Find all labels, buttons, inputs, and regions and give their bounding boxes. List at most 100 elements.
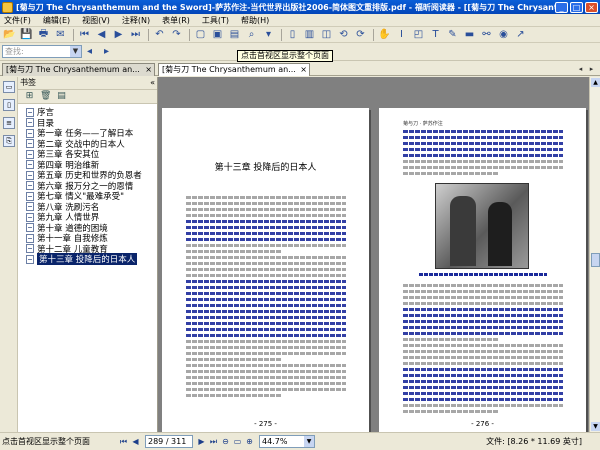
first-page-icon[interactable]: ⏮	[118, 436, 129, 447]
print-icon[interactable]: 🖶	[36, 28, 51, 42]
typewriter-icon[interactable]: T	[428, 28, 443, 42]
status-text: 点击首视区显示整个页面	[2, 437, 90, 446]
last-page-icon[interactable]: ⏭	[208, 436, 219, 447]
scroll-thumb[interactable]	[591, 253, 600, 267]
collapse-icon[interactable]: «	[150, 77, 155, 89]
bookmarks-panel: 书签 « ⊞ 🗑 ▤ 序言 目录 第一章 任务——了解日本 第二章 交战中的日本人 第三…	[18, 77, 158, 432]
maximize-button[interactable]: □	[570, 1, 583, 13]
zoom-dropdown-icon[interactable]: ▾	[261, 28, 276, 42]
back-icon[interactable]: ↶	[152, 28, 167, 42]
tab-document-1[interactable]: [菊与刀 The Chrysanthemum an... ×	[2, 63, 155, 76]
scroll-up-icon[interactable]: ▲	[591, 78, 600, 87]
close-button[interactable]: ×	[585, 1, 598, 13]
text-line	[186, 286, 346, 289]
chevron-down-icon[interactable]: ▼	[70, 46, 81, 57]
attachments-icon[interactable]: ⎘	[3, 135, 15, 147]
next-page-icon[interactable]: ▶	[196, 436, 207, 447]
text-line	[403, 296, 563, 299]
bookmark-page-icon	[26, 244, 34, 254]
chapter-title: 第十三章 投降后的日本人	[214, 163, 317, 173]
bookmark-page-icon	[26, 191, 34, 201]
email-icon[interactable]: ✉	[53, 28, 68, 42]
text-line	[186, 298, 346, 301]
close-icon[interactable]: ×	[145, 64, 152, 75]
facing-icon[interactable]: ◫	[319, 28, 334, 42]
text-line	[186, 226, 346, 229]
text-line	[186, 232, 346, 235]
zoom-in-icon[interactable]: ⊕	[244, 436, 255, 447]
next-page-icon[interactable]: ▶	[111, 28, 126, 42]
text-line	[186, 376, 346, 379]
text-line	[403, 386, 563, 389]
stamp-icon[interactable]: ◉	[496, 28, 511, 42]
menu-help[interactable]: 帮助(H)	[241, 15, 269, 26]
text-line	[186, 358, 282, 361]
bookmark-options-icon[interactable]: ▤	[56, 91, 67, 102]
vertical-scrollbar[interactable]: ▲ ▼	[589, 77, 600, 432]
actual-size-icon[interactable]: ▢	[193, 28, 208, 42]
rotate-right-icon[interactable]: ⟳	[353, 28, 368, 42]
zoom-combo[interactable]: 44.7% ▼	[259, 435, 315, 448]
tab-scroll-right-icon[interactable]: ▸	[587, 64, 596, 74]
continuous-icon[interactable]: ▥	[302, 28, 317, 42]
tooltip: 点击首视区显示整个页面	[237, 50, 333, 62]
menu-bar: 文件(F) 编辑(E) 视图(V) 注释(N) 表单(R) 工具(T) 帮助(H…	[0, 14, 600, 27]
pages-icon[interactable]: ▯	[3, 99, 15, 111]
text-line	[186, 322, 346, 325]
zoom-icon[interactable]: ⌕	[244, 28, 259, 42]
bookmark-page-icon	[26, 107, 34, 117]
tab-scroll-left-icon[interactable]: ◂	[576, 64, 585, 74]
chevron-down-icon[interactable]: ▼	[304, 436, 314, 447]
find-previous-icon[interactable]: ◂	[82, 45, 97, 59]
text-line	[186, 310, 346, 313]
link-icon[interactable]: ⚯	[479, 28, 494, 42]
zoom-slider-icon[interactable]: ▭	[232, 436, 243, 447]
first-page-icon[interactable]: ⏮	[77, 28, 92, 42]
tab-document-2[interactable]: [菊与刀 The Chrysanthemum an... ×	[158, 63, 310, 76]
menu-tools[interactable]: 工具(T)	[202, 15, 229, 26]
note-icon[interactable]: ✎	[445, 28, 460, 42]
text-line	[186, 352, 346, 355]
menu-comment[interactable]: 注释(N)	[122, 15, 150, 26]
fit-width-icon[interactable]: ▤	[227, 28, 242, 42]
bookmark-page-icon	[26, 139, 34, 149]
text-line	[186, 346, 346, 349]
last-page-icon[interactable]: ⏭	[128, 28, 143, 42]
page-number-field[interactable]: 289 / 311	[145, 435, 193, 448]
menu-form[interactable]: 表单(R)	[162, 15, 190, 26]
bookmark-page-icon	[26, 181, 34, 191]
find-combo-text: 查找:	[5, 47, 24, 56]
previous-page-icon[interactable]: ◀	[130, 436, 141, 447]
save-icon[interactable]: 💾	[19, 28, 34, 42]
text-line	[403, 142, 563, 145]
forward-icon[interactable]: ↷	[169, 28, 184, 42]
menu-file[interactable]: 文件(F)	[4, 15, 31, 26]
minimize-button[interactable]: _	[555, 1, 568, 13]
close-icon[interactable]: ×	[300, 64, 307, 75]
scroll-down-icon[interactable]: ▼	[591, 422, 600, 431]
layers-icon[interactable]: ≡	[3, 117, 15, 129]
find-combo[interactable]: 查找: ▼	[2, 45, 82, 58]
snapshot-icon[interactable]: ◰	[411, 28, 426, 42]
bookmark-item[interactable]: 第十三章 投降后的日本人	[26, 253, 158, 266]
open-icon[interactable]: 📂	[2, 28, 17, 42]
bookmarks-icon[interactable]: ▭	[3, 81, 15, 93]
find-next-icon[interactable]: ▸	[99, 45, 114, 59]
hand-tool-icon[interactable]: ✋	[377, 28, 392, 42]
rotate-left-icon[interactable]: ⟲	[336, 28, 351, 42]
menu-view[interactable]: 视图(V)	[82, 15, 110, 26]
previous-page-icon[interactable]: ◀	[94, 28, 109, 42]
text-line	[186, 388, 346, 391]
arrow-icon[interactable]: ↗	[513, 28, 528, 42]
zoom-out-icon[interactable]: ⊖	[220, 436, 231, 447]
single-page-icon[interactable]: ▯	[285, 28, 300, 42]
fit-page-icon[interactable]: ▣	[210, 28, 225, 42]
select-text-icon[interactable]: I	[394, 28, 409, 42]
document-view[interactable]: 第十三章 投降后的日本人 - 275 - 菊与刀 · 萨苏作注 - 276 -	[158, 77, 589, 432]
menu-edit[interactable]: 编辑(E)	[43, 15, 70, 26]
main-toolbar: 📂 💾 🖶 ✉ ⏮ ◀ ▶ ⏭ ↶ ↷ ▢ ▣ ▤ ⌕ ▾ ▯ ▥ ◫ ⟲ ⟳ …	[0, 27, 600, 43]
expand-bookmark-icon[interactable]: ⊞	[24, 91, 35, 102]
delete-bookmark-icon[interactable]: 🗑	[40, 91, 51, 102]
highlight-icon[interactable]: ▬	[462, 28, 477, 42]
text-line	[403, 374, 563, 377]
